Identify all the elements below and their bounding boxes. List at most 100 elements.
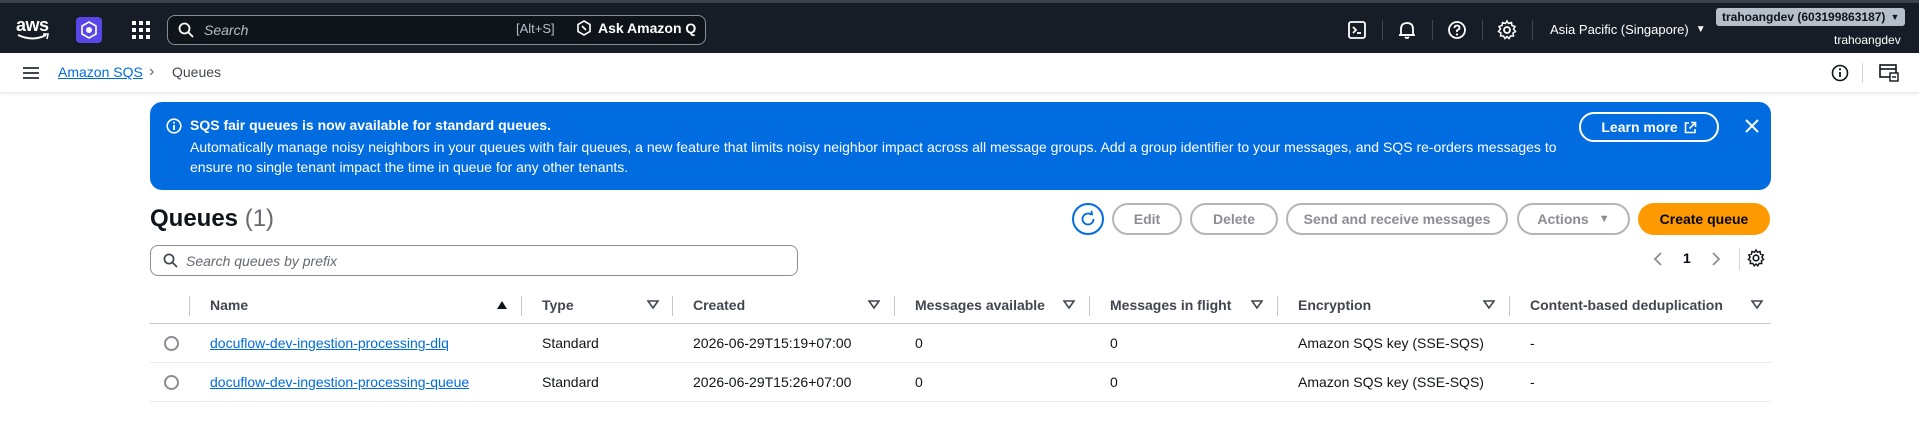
- menu-icon[interactable]: [22, 66, 40, 80]
- search-icon: [163, 253, 178, 268]
- messages-available: 0: [915, 335, 923, 351]
- table-header: Name Type Created Messages available Mes…: [150, 287, 1771, 324]
- chevron-left-icon[interactable]: [1651, 251, 1665, 267]
- bell-icon[interactable]: [1396, 19, 1418, 41]
- sort-icon[interactable]: [868, 300, 880, 310]
- column-header-messages-in-flight[interactable]: Messages in flight: [1110, 297, 1231, 313]
- column-divider: [894, 296, 895, 316]
- help-panel-icon[interactable]: [1879, 64, 1899, 82]
- learn-more-label: Learn more: [1601, 119, 1678, 135]
- column-divider: [521, 296, 522, 316]
- actions-label: Actions: [1537, 211, 1589, 227]
- queue-name-link[interactable]: docuflow-dev-ingestion-processing-dlq: [210, 335, 449, 351]
- help-icon[interactable]: [1446, 19, 1468, 41]
- aws-logo[interactable]: aws: [16, 15, 50, 41]
- sort-icon[interactable]: [1251, 300, 1263, 310]
- nav-divider: [1432, 20, 1433, 40]
- create-queue-button[interactable]: Create queue: [1638, 203, 1770, 235]
- page-number[interactable]: 1: [1683, 250, 1691, 266]
- queue-created: 2026-06-29T15:26+07:00: [693, 374, 852, 390]
- queue-name-link[interactable]: docuflow-dev-ingestion-processing-queue: [210, 374, 469, 390]
- actions-dropdown[interactable]: Actions ▼: [1517, 203, 1630, 235]
- close-icon[interactable]: [1743, 117, 1761, 135]
- column-header-messages-available[interactable]: Messages available: [915, 297, 1045, 313]
- services-grid-icon[interactable]: [130, 19, 152, 41]
- chevron-right-icon: ›: [149, 63, 155, 80]
- nav-divider: [1532, 20, 1533, 40]
- column-divider: [1509, 296, 1510, 316]
- refresh-icon: [1081, 210, 1095, 226]
- page-title-text: Queues: [150, 205, 239, 232]
- ask-amazon-q-button[interactable]: Ask Amazon Q: [576, 20, 696, 36]
- search-shortcut: [Alt+S]: [516, 21, 555, 36]
- messages-available: 0: [915, 374, 923, 390]
- row-radio[interactable]: [164, 336, 179, 351]
- queue-type: Standard: [542, 335, 599, 351]
- row-radio[interactable]: [164, 375, 179, 390]
- sort-icon[interactable]: [1063, 300, 1075, 310]
- sort-icon[interactable]: [647, 300, 659, 310]
- info-icon[interactable]: [1831, 64, 1849, 82]
- messages-in-flight: 0: [1110, 335, 1118, 351]
- divider: [1739, 248, 1740, 270]
- global-search-input[interactable]: [204, 20, 534, 40]
- ask-amazon-q-label: Ask Amazon Q: [598, 20, 697, 36]
- send-receive-label: Send and receive messages: [1303, 211, 1491, 227]
- amazon-q-icon: [577, 20, 591, 36]
- external-link-icon: [1684, 121, 1696, 133]
- column-divider: [189, 296, 190, 316]
- edit-label: Edit: [1133, 211, 1161, 227]
- learn-more-button[interactable]: Learn more: [1579, 112, 1719, 142]
- caret-down-icon: ▼: [1890, 12, 1900, 22]
- global-search[interactable]: [Alt+S] Ask Amazon Q: [167, 15, 706, 45]
- column-header-encryption[interactable]: Encryption: [1298, 297, 1371, 313]
- refresh-button[interactable]: [1072, 203, 1104, 235]
- column-header-created[interactable]: Created: [693, 297, 745, 313]
- dedup: -: [1530, 335, 1535, 351]
- page-title: Queues (1): [150, 205, 274, 233]
- table-row[interactable]: docuflow-dev-ingestion-processing-queue …: [150, 363, 1771, 402]
- queue-type: Standard: [542, 374, 599, 390]
- column-header-dedup[interactable]: Content-based deduplication: [1530, 297, 1723, 313]
- dedup: -: [1530, 374, 1535, 390]
- settings-icon[interactable]: [1496, 19, 1518, 41]
- divider: [1862, 63, 1863, 83]
- cloudshell-icon[interactable]: [1346, 19, 1368, 41]
- nav-divider: [1482, 20, 1483, 40]
- search-icon: [178, 22, 194, 38]
- sort-icon[interactable]: [1483, 300, 1495, 310]
- account-menu[interactable]: trahoangdev (603199863187) ▼: [1716, 8, 1906, 26]
- queue-created: 2026-06-29T15:19+07:00: [693, 335, 852, 351]
- chevron-right-icon[interactable]: [1709, 251, 1723, 267]
- queue-filter-input[interactable]: [186, 251, 766, 271]
- breadcrumb-current: Queues: [172, 64, 222, 80]
- column-divider: [672, 296, 673, 316]
- delete-button[interactable]: Delete: [1190, 203, 1278, 235]
- breadcrumb-bar: Amazon SQS › Queues: [0, 53, 1919, 93]
- queue-filter[interactable]: [150, 245, 798, 276]
- column-divider: [1277, 296, 1278, 316]
- account-user: trahoangdev: [1834, 33, 1901, 47]
- column-header-type[interactable]: Type: [542, 297, 574, 313]
- breadcrumb-service-link[interactable]: Amazon SQS: [58, 64, 143, 80]
- region-label: Asia Pacific (Singapore): [1550, 22, 1689, 37]
- flashbar-body: Automatically manage noisy neighbors in …: [190, 139, 1557, 175]
- edit-button[interactable]: Edit: [1112, 203, 1182, 235]
- messages-in-flight: 0: [1110, 374, 1118, 390]
- column-divider: [1089, 296, 1090, 316]
- send-receive-button[interactable]: Send and receive messages: [1286, 203, 1508, 235]
- sort-ascending-icon[interactable]: [496, 300, 508, 310]
- queue-count: (1): [244, 205, 275, 232]
- column-header-name[interactable]: Name: [210, 297, 248, 313]
- sqs-service-icon[interactable]: [76, 17, 102, 43]
- flashbar-title: SQS fair queues is now available for sta…: [190, 117, 551, 133]
- region-selector[interactable]: Asia Pacific (Singapore) ▼: [1550, 22, 1706, 37]
- encryption: Amazon SQS key (SSE-SQS): [1298, 374, 1484, 390]
- info-icon: [166, 118, 182, 134]
- aws-smile-icon: [17, 33, 49, 40]
- sort-icon[interactable]: [1751, 300, 1763, 310]
- table-settings-icon[interactable]: [1746, 248, 1766, 268]
- table-row[interactable]: docuflow-dev-ingestion-processing-dlq St…: [150, 324, 1771, 363]
- top-navigation: aws [Alt+S] Ask Amazon Q: [0, 0, 1919, 53]
- encryption: Amazon SQS key (SSE-SQS): [1298, 335, 1484, 351]
